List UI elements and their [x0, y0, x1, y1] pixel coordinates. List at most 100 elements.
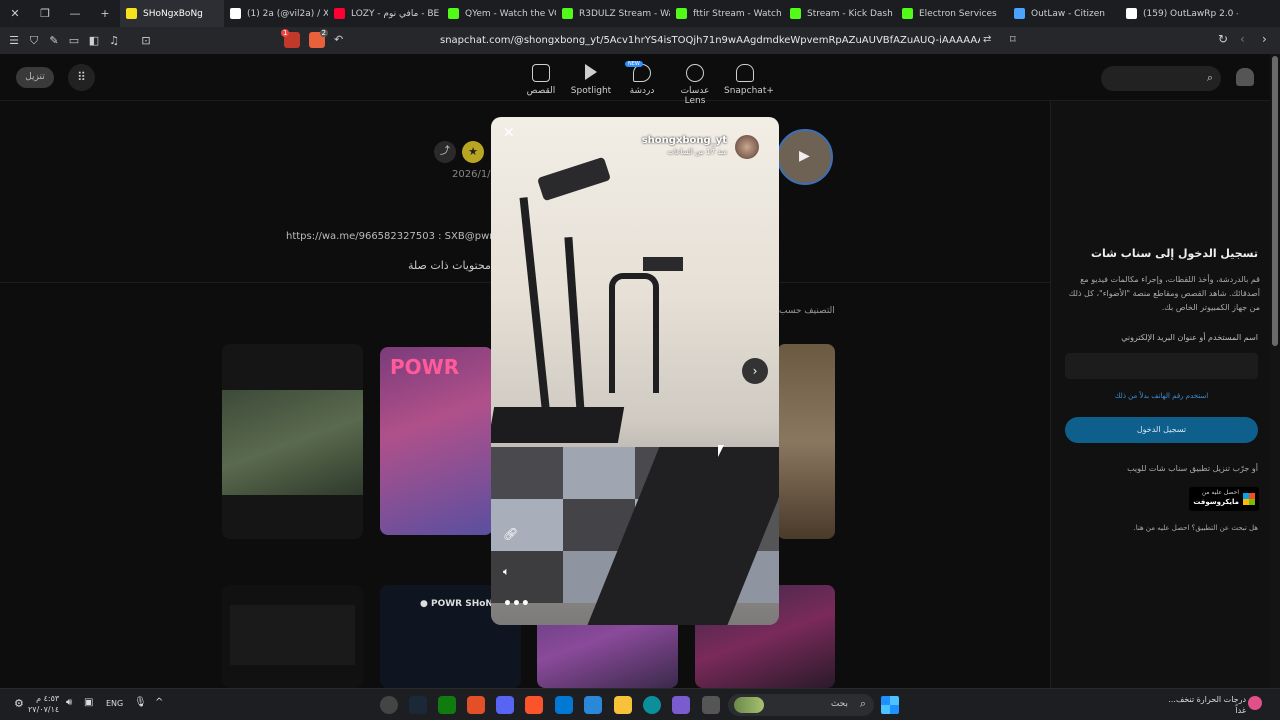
close-icon[interactable]: ✕	[503, 125, 515, 141]
copilot-icon[interactable]	[672, 696, 690, 714]
login-footer-text[interactable]: هل تبحث عن التطبيق؟ احصل عليه من هنا.	[1134, 524, 1258, 532]
weather-widget[interactable]: درجات الحرارة تنخف... غداً	[1160, 694, 1246, 716]
browser-tab[interactable]: LOZY - مافي نوم - BE	[328, 0, 442, 27]
restore-window-icon[interactable]: ❐	[30, 0, 60, 27]
nav-lens[interactable]: عدسات Lens	[672, 64, 718, 106]
nav-spotlight[interactable]: Spotlight	[570, 64, 612, 96]
login-description: قم بالدردشة، وأخذ اللقطات، وإجراء مكالما…	[1068, 275, 1260, 312]
browser-tab[interactable]: R3DULZ Stream - Watc	[556, 0, 670, 27]
store-icon[interactable]	[584, 696, 602, 714]
clock[interactable]: ٤:٥٣ م ٢٧/٠٧/١٤	[28, 693, 59, 715]
download-button[interactable]: تنزيل	[16, 67, 54, 88]
link-icon[interactable]: 🔗︎	[503, 527, 518, 541]
share-link-icon[interactable]: ⇄	[983, 34, 991, 45]
browser-tab[interactable]: Stream - Kick Dash	[784, 0, 896, 27]
browser-tab[interactable]: SHoNgxBoNg	[120, 0, 224, 27]
stories-icon	[532, 64, 550, 82]
username-input[interactable]	[1065, 353, 1258, 379]
browser-tab[interactable]: Electron Services	[896, 0, 1008, 27]
floor-tile	[563, 447, 635, 499]
minimize-window-icon[interactable]: —	[60, 0, 90, 27]
page-scrollbar[interactable]	[1270, 54, 1280, 688]
back-icon[interactable]: ‹	[1240, 32, 1245, 46]
volume-icon[interactable]: 🔈︎	[503, 565, 510, 579]
refresh-icon[interactable]: ↻	[1218, 32, 1228, 46]
alert-badge: 1	[281, 29, 290, 37]
profile-link[interactable]: https://wa.me/966582327503 : SXB@pwr	[286, 231, 493, 242]
shield-outline-icon[interactable]: ⛉	[24, 27, 44, 54]
edge-icon[interactable]	[643, 696, 661, 714]
discord-icon[interactable]	[496, 696, 514, 714]
nav-stories[interactable]: القصص	[522, 64, 560, 96]
content-card[interactable]	[222, 585, 363, 688]
folder-icon[interactable]	[614, 696, 632, 714]
windows-start-icon[interactable]	[881, 696, 899, 714]
tab-favicon-icon	[1014, 8, 1025, 19]
app-icon[interactable]	[467, 696, 485, 714]
star-icon[interactable]: ★	[462, 141, 484, 163]
browser-tab[interactable]: fttir Stream - Watch Liv	[670, 0, 784, 27]
steam-icon[interactable]	[409, 696, 427, 714]
microphone-icon[interactable]: 🎙︎	[134, 697, 147, 708]
sidebar-icon[interactable]: ◧	[84, 27, 104, 54]
brave-icon[interactable]	[525, 696, 543, 714]
tab-label: (1) 2a (@vil2a) / X	[247, 8, 328, 19]
nav-chat[interactable]: دردشة NEW	[624, 61, 660, 96]
brave-shield-icon[interactable]: 2	[309, 29, 328, 48]
bookmark-icon[interactable]: ⌑	[1010, 33, 1016, 46]
outlook-icon[interactable]	[555, 696, 573, 714]
content-card[interactable]	[777, 344, 835, 539]
use-phone-link[interactable]: استخدم رقم الهاتف بدلاً من ذلك	[1065, 392, 1258, 400]
network-icon[interactable]: ⚙	[14, 697, 24, 710]
forward-icon[interactable]: ›	[1262, 32, 1267, 46]
browser-tab[interactable]: OutLaw - Citizen	[1008, 0, 1120, 27]
app-icon[interactable]	[380, 696, 398, 714]
taskbar-search-input[interactable]: بحث ⌕	[728, 694, 874, 716]
content-card[interactable]: POWR	[380, 347, 493, 535]
content-card[interactable]	[222, 344, 363, 539]
profile-avatar[interactable]: ▶	[777, 129, 833, 185]
sort-label[interactable]: التصنيف حسب	[779, 306, 835, 316]
screenshot-icon[interactable]: ⊡	[136, 27, 156, 54]
scrollbar-thumb[interactable]	[1272, 56, 1278, 346]
language-indicator[interactable]: ENG	[106, 699, 123, 708]
share-icon[interactable]: ⤴	[434, 141, 456, 163]
music-icon[interactable]: ♫	[104, 27, 124, 54]
browser-tab[interactable]: (1) 2a (@vil2a) / X	[224, 0, 328, 27]
search-input[interactable]: ⌕	[1101, 66, 1221, 91]
chevron-up-icon[interactable]: ^	[155, 697, 163, 708]
nav-snapchat-plus[interactable]: Snapchat+	[724, 64, 774, 96]
apps-grid-icon[interactable]: ⠿	[68, 64, 95, 91]
display-icon[interactable]: ▣	[84, 697, 93, 708]
close-window-icon[interactable]: ✕	[0, 0, 30, 27]
story-avatar[interactable]	[735, 135, 759, 159]
reload-page-icon[interactable]: ↶	[334, 33, 343, 46]
url-field[interactable]: snapchat.com/@shongxbong_yt/5Acv1hrYS4is…	[440, 35, 980, 46]
taskbar-search-placeholder: بحث	[830, 699, 848, 709]
tab-label: OutLaw - Citizen	[1031, 8, 1105, 19]
profile-ghost-icon[interactable]	[1236, 68, 1254, 86]
story-viewer[interactable]: ✕ shongxbong_yt منذ 17 من الساعات › 🔗︎ 🔈…	[491, 117, 779, 625]
brush-icon[interactable]: ✎	[44, 27, 64, 54]
clock-date: ٢٧/٠٧/١٤	[28, 705, 60, 714]
microsoft-store-button[interactable]: احصل عليه من مايكروسوفت	[1189, 487, 1259, 511]
related-heading: محتويات ذات صلة	[408, 259, 491, 272]
xbox-icon[interactable]	[438, 696, 456, 714]
browser-tab[interactable]: (159) OutLawRp 2.0 - L	[1120, 0, 1238, 27]
address-bar: ☰ ⛉ ✎ ▭ ◧ ♫ ⊡ 1 2 ↶ snapchat.com/@shongx…	[0, 27, 1280, 54]
menu-icon[interactable]: ☰	[4, 27, 24, 54]
speaker-icon[interactable]: 🔊︎	[66, 697, 72, 708]
alert-icon[interactable]: 1	[281, 29, 300, 48]
treadmill-pole	[519, 197, 551, 417]
more-options-icon[interactable]: •••	[503, 596, 530, 612]
new-tab-button[interactable]: +	[90, 0, 120, 27]
weather-icon[interactable]	[1248, 696, 1262, 710]
tabs-icon[interactable]: ▭	[64, 27, 84, 54]
tab-strip: SHoNgxBoNg (1) 2a (@vil2a) / X LOZY - مافي…	[120, 0, 1238, 27]
search-highlight-icon	[734, 697, 764, 713]
next-story-button[interactable]: ›	[742, 358, 768, 384]
browser-tab[interactable]: QYem - Watch the VO	[442, 0, 556, 27]
login-button[interactable]: تسجيل الدخول	[1065, 417, 1258, 443]
task-view-icon[interactable]	[702, 696, 720, 714]
story-username[interactable]: shongxbong_yt	[642, 135, 727, 146]
